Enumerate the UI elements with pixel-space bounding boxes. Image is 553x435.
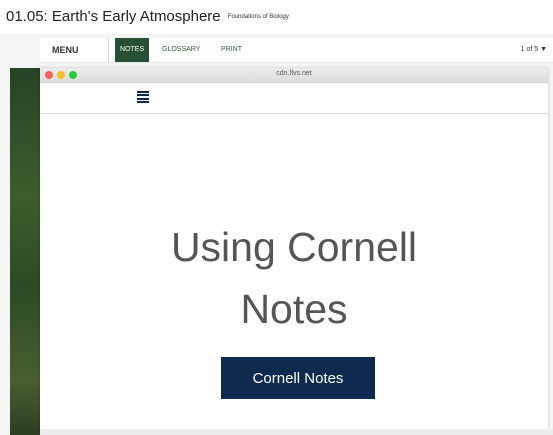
browser-url: cdn.flvs.net	[276, 70, 312, 77]
menu-button[interactable]: MENU	[52, 38, 79, 62]
page-header: 01.05: Earth's Early Atmosphere Foundati…	[0, 0, 553, 34]
slide-title-line-2: Notes	[240, 286, 348, 332]
bottom-bar	[40, 429, 553, 435]
lesson-title: 01.05: Earth's Early Atmosphere Foundati…	[6, 8, 289, 25]
hamburger-menu-icon[interactable]	[137, 91, 149, 103]
lesson-navbar: MENU NOTES GLOSSARY PRINT 1 of 5 ▼	[40, 38, 553, 63]
tab-notes[interactable]: NOTES	[115, 38, 150, 62]
content-header	[40, 83, 548, 114]
tab-glossary[interactable]: GLOSSARY	[157, 38, 205, 62]
slide: Using Cornell Notes Cornell Notes	[40, 114, 548, 435]
tab-print[interactable]: PRINT	[216, 38, 247, 62]
background-leaf-image	[10, 68, 40, 435]
browser-window: cdn.flvs.net Using Cornell Notes Cornell…	[40, 68, 548, 435]
lesson-title-text: 01.05: Earth's Early Atmosphere	[6, 8, 221, 25]
course-name: Foundations of Biology	[227, 14, 289, 21]
page-selector[interactable]: 1 of 5 ▼	[521, 38, 547, 62]
cornell-notes-button[interactable]: Cornell Notes	[221, 357, 375, 399]
browser-titlebar: cdn.flvs.net	[40, 68, 548, 83]
nav-divider	[108, 38, 109, 62]
slide-title: Using Cornell Notes	[40, 216, 548, 340]
slide-title-line-1: Using Cornell	[170, 224, 418, 270]
